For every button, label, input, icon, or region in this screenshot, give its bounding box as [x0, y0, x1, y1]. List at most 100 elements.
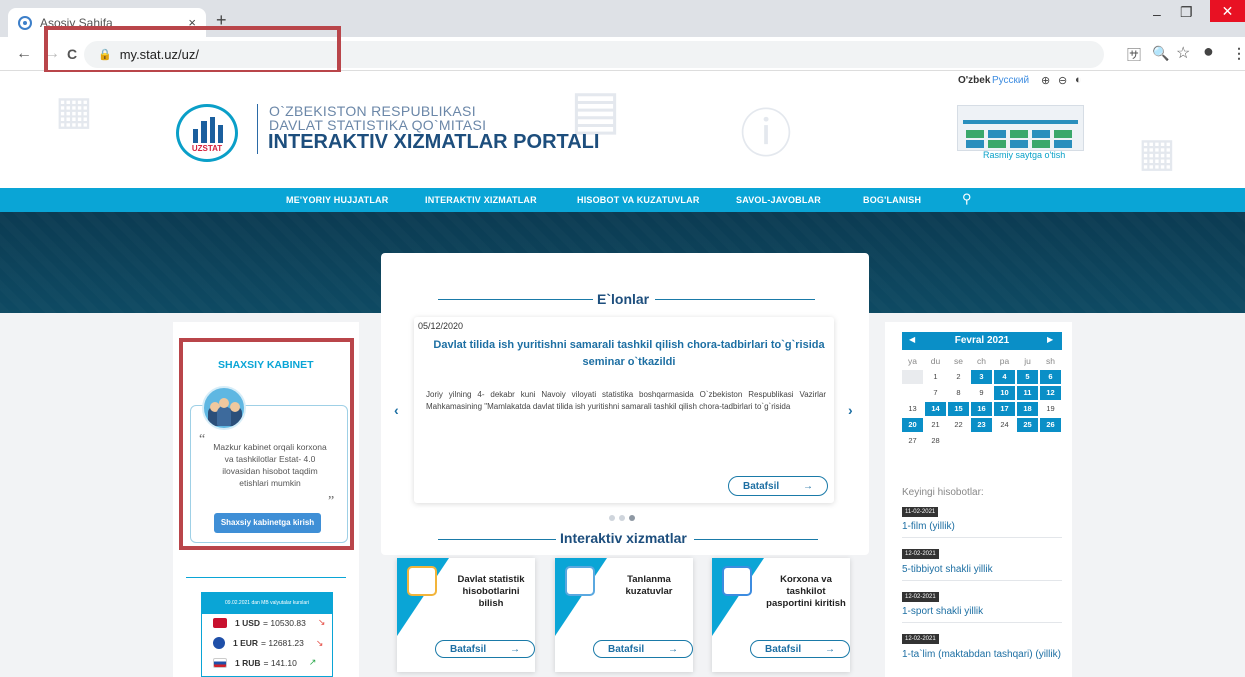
passport-icon [722, 566, 752, 596]
profile-icon[interactable]: ● [1203, 41, 1214, 62]
nav-interaktiv-xizmatlar[interactable]: INTERAKTIV XIZMATLAR [425, 195, 537, 205]
nav-meyoriy-hujjatlar[interactable]: ME'YORIY HUJJATLAR [286, 195, 388, 205]
zoom-in-icon[interactable]: ⊕ [1041, 74, 1050, 87]
carousel-next-icon[interactable]: › [848, 402, 853, 418]
service-more-button[interactable]: Batafsil → [593, 640, 693, 658]
carousel-prev-icon[interactable]: ‹ [394, 402, 399, 418]
news-body: Joriy yilning 4- dekabr kuni Navoiy vilo… [426, 390, 826, 411]
calendar-day[interactable]: 11 [1017, 386, 1038, 400]
uzstat-logo[interactable]: UZSTAT [176, 104, 238, 162]
nav-boglanish[interactable]: BOG'LANISH [863, 195, 921, 205]
portal-title: INTERAKTIV XIZMATLAR PORTALI [268, 131, 600, 153]
service-card-tanlanma[interactable]: Tanlanma kuzatuvlar Batafsil → [555, 558, 693, 672]
calendar-day[interactable]: 25 [1017, 418, 1038, 432]
service-more-button[interactable]: Batafsil → [750, 640, 850, 658]
info-hand-deco-icon: ⓘ [740, 106, 793, 164]
back-button[interactable]: ← [16, 45, 32, 63]
calendar-day[interactable]: 2 [948, 370, 969, 384]
official-site-thumbnail[interactable] [957, 105, 1084, 151]
calendar-day[interactable]: 20 [902, 418, 923, 432]
calendar-day[interactable]: 27 [902, 434, 923, 448]
report-link[interactable]: 1-film (yillik) [902, 521, 955, 533]
news-headline[interactable]: Davlat tilida ish yuritishni samarali ta… [430, 337, 828, 371]
service-more-button[interactable]: Batafsil → [435, 640, 535, 658]
weekday-label: se [954, 356, 963, 366]
calendar-day[interactable]: 1 [925, 370, 946, 384]
section-rule [438, 539, 556, 540]
report-date: 12-02-2021 [902, 549, 939, 559]
calendar-day[interactable]: 9 [971, 386, 992, 400]
ru-flag-icon [213, 657, 227, 668]
browser-search-icon [565, 566, 595, 596]
calendar-day[interactable]: 8 [948, 386, 969, 400]
calendar-day[interactable]: 15 [948, 402, 969, 416]
carousel-dot[interactable] [619, 515, 625, 521]
contrast-icon[interactable]: ◐ [1075, 74, 1082, 86]
search-icon[interactable]: ⚲ [962, 191, 972, 207]
report-link[interactable]: 1-sport shakli yillik [902, 606, 983, 618]
maximize-button[interactable]: ❐ [1180, 4, 1193, 21]
calendar-day[interactable]: 23 [971, 418, 992, 432]
calendar-day[interactable]: 12 [1040, 386, 1061, 400]
currency-row-usd: 1 USD = 10530.83 ↘ [213, 617, 325, 628]
calendar-grid: ya du se ch pa ju sh 1 2 3 4 5 6 7 8 9 10 11 12 13 14 15 16 17 1… [902, 354, 1062, 450]
report-link[interactable]: 1-ta`lim (maktabdan tashqari) (yillik) [902, 649, 1067, 661]
carousel-dot[interactable] [609, 515, 615, 521]
nav-hisobot-va-kuzatuvlar[interactable]: HISOBOT VA KUZATUVLAR [577, 195, 700, 205]
announcements-title: E`lonlar [597, 291, 650, 307]
weekday-label: du [930, 356, 941, 366]
calendar-day[interactable]: 24 [994, 418, 1015, 432]
zoom-icon[interactable]: 🔍 [1152, 45, 1169, 62]
calendar-day[interactable]: 28 [925, 434, 946, 448]
arrow-right-icon: → [825, 643, 835, 655]
calendar-day[interactable]: 17 [994, 402, 1015, 416]
calendar-prev-icon[interactable]: ◀ [909, 335, 915, 344]
calendar-day[interactable]: 7 [925, 386, 946, 400]
calendar-day[interactable]: 6 [1040, 370, 1061, 384]
calendar-day[interactable]: 5 [1017, 370, 1038, 384]
minimize-button[interactable]: – [1153, 6, 1161, 22]
calendar-day[interactable]: 4 [994, 370, 1015, 384]
zoom-out-icon[interactable]: ⊖ [1058, 74, 1067, 87]
calendar-day[interactable] [902, 370, 923, 384]
section-rule [438, 299, 593, 300]
calendar-next-icon[interactable]: ▶ [1047, 335, 1053, 344]
favicon-icon [18, 15, 32, 30]
currency-row-eur: 1 EUR = 12681.23 ↘ [213, 637, 323, 649]
report-date: 12-02-2021 [902, 634, 939, 644]
carousel-dot-active[interactable] [629, 515, 635, 521]
more-label: Batafsil [608, 643, 645, 655]
report-divider [902, 622, 1062, 623]
bookmark-star-icon[interactable]: ☆ [1176, 43, 1190, 63]
news-date: 05/12/2020 [418, 321, 464, 331]
logo-bars-icon [193, 117, 223, 143]
report-date: 11-02-2021 [902, 507, 939, 517]
service-card-hisobotlar[interactable]: Davlat statistik hisobotlarini bilish Ba… [397, 558, 535, 672]
calendar-day[interactable]: 3 [971, 370, 992, 384]
service-card-pasport[interactable]: Korxona va tashkilot pasportini kiritish… [712, 558, 850, 672]
calendar-day[interactable]: 16 [971, 402, 992, 416]
translate-icon[interactable]: 🈂 [1127, 45, 1141, 65]
nav-savol-javoblar[interactable]: SAVOL-JAVOBLAR [736, 195, 821, 205]
calendar-day[interactable]: 21 [925, 418, 946, 432]
calendar-day[interactable]: 18 [1017, 402, 1038, 416]
calendar-day[interactable]: 22 [948, 418, 969, 432]
section-rule [655, 299, 815, 300]
arrow-right-icon: → [668, 643, 678, 655]
cabinet-highlight-box [179, 338, 354, 550]
news-more-button[interactable]: Batafsil → [728, 476, 828, 496]
calendar-day[interactable]: 13 [902, 402, 923, 416]
browser-menu-icon[interactable]: ⋮ [1232, 45, 1245, 62]
lang-uzbek-link[interactable]: O'zbek [958, 75, 990, 86]
lang-russian-link[interactable]: Русский [992, 75, 1029, 86]
report-link[interactable]: 5-tibbiyot shakli yillik [902, 564, 993, 576]
official-site-link[interactable]: Rasmiy saytga o'tish [983, 150, 1065, 160]
calendar-day[interactable]: 14 [925, 402, 946, 416]
window-close-button[interactable]: ✕ [1210, 0, 1245, 22]
calendar-day[interactable]: 10 [994, 386, 1015, 400]
calendar-day[interactable] [902, 386, 923, 400]
calendar-day[interactable]: 26 [1040, 418, 1061, 432]
service-label: Tanlanma kuzatuvlar [625, 574, 673, 597]
calendar-day[interactable]: 19 [1040, 402, 1061, 416]
service-label: Davlat statistik hisobotlarini bilish [457, 574, 525, 609]
